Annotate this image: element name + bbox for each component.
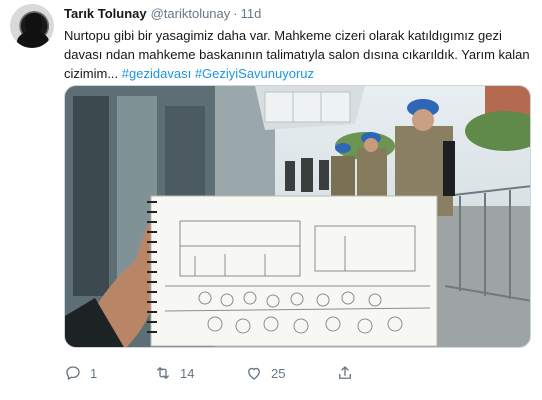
tweet-text: Nurtopu gibi bir yasagimiz daha var. Mah… [64, 26, 534, 83]
avatar-silhouette-shoulders [17, 31, 49, 48]
author-name[interactable]: Tarık Tolunay [64, 6, 147, 21]
photo-illustration [65, 86, 530, 347]
author-handle[interactable]: @tariktolunay [151, 6, 231, 21]
reply-count: 1 [90, 365, 98, 381]
share-icon [339, 366, 351, 379]
like-button[interactable]: 25 [245, 362, 285, 384]
hashtag-link[interactable]: #GeziyiSavunuyoruz [195, 66, 314, 81]
tweet-header: Tarık Tolunay @tariktolunay · 11d [64, 6, 261, 22]
tweet-timestamp[interactable]: 11d [241, 6, 262, 21]
heart-icon [248, 367, 260, 380]
share-button[interactable] [336, 362, 354, 384]
tweet-photo[interactable] [64, 85, 531, 348]
reply-icon [66, 366, 80, 380]
header-separator: · [233, 6, 238, 21]
reply-button[interactable]: 1 [64, 362, 97, 384]
avatar[interactable] [10, 4, 54, 48]
retweet-button[interactable]: 14 [154, 362, 194, 384]
tweet-actions: 1 14 25 [64, 362, 364, 384]
retweet-icon [157, 367, 169, 379]
like-count: 25 [271, 365, 286, 381]
hashtag-link[interactable]: #gezidavası [122, 66, 191, 81]
retweet-count: 14 [180, 365, 195, 381]
tweet[interactable]: Tarık Tolunay @tariktolunay · 11d Nurtopu g… [0, 0, 542, 400]
